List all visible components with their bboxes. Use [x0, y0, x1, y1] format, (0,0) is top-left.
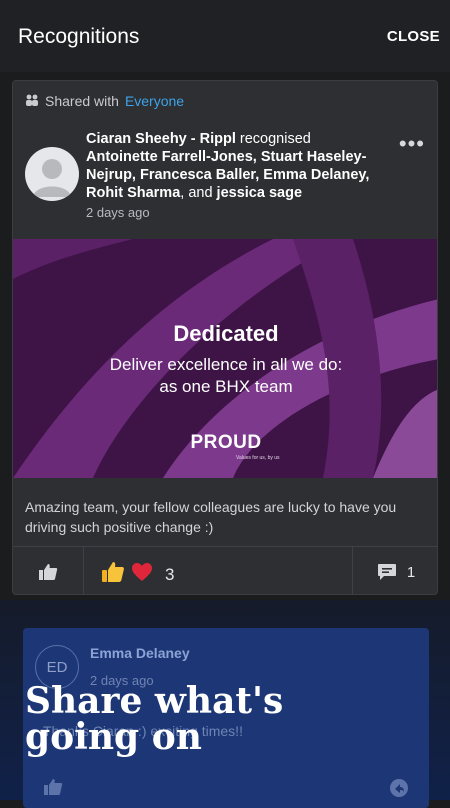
post-timestamp: 2 days ago [86, 205, 150, 220]
person-icon [33, 159, 71, 197]
promo-headline: Share what's going on [25, 683, 283, 755]
reactions-summary[interactable]: 3 [101, 561, 174, 588]
banner-line-1: Deliver excellence in all we do: [109, 355, 343, 374]
visibility-row: Shared with Everyone [25, 93, 184, 109]
value-banner: Dedicated Deliver excellence in all we d… [13, 239, 437, 478]
author-name[interactable]: Ciaran Sheehy - Rippl [86, 131, 236, 147]
promo-line-1: Share what's [25, 680, 284, 722]
reaction-count: 3 [165, 564, 175, 584]
close-button[interactable]: CLOSE [387, 28, 440, 45]
banner-title: Dedicated [173, 321, 279, 346]
comment-icon [377, 564, 396, 580]
more-options-icon[interactable]: ••• [399, 131, 425, 157]
comment-count: 1 [406, 563, 416, 581]
reply-like-icon[interactable] [43, 778, 63, 801]
thumbs-up-reaction-icon [101, 561, 125, 588]
thumbs-up-icon [39, 564, 58, 580]
comments-button[interactable]: 1 [352, 547, 437, 594]
recipient-joiner: , and [180, 185, 213, 201]
action-bar: 3 1 [13, 546, 437, 594]
post-message: Amazing team, your fellow colleagues are… [25, 499, 397, 535]
proud-logo: PROUD [190, 432, 262, 453]
like-button[interactable] [13, 547, 84, 594]
proud-logo-tagline: Values for us, by us [236, 455, 280, 461]
banner-subtitle: Deliver excellence in all we do: as one … [13, 354, 437, 398]
reply-author[interactable]: Emma Delaney [90, 645, 190, 661]
shared-with-label: Shared with [45, 93, 119, 109]
recognised-verb: recognised [239, 131, 311, 147]
recognition-card: Shared with Everyone Ciaran Sheehy - Rip… [12, 80, 438, 595]
page-title: Recognitions [18, 25, 140, 48]
group-icon [25, 93, 39, 109]
audience-link[interactable]: Everyone [125, 93, 184, 109]
heart-reaction-icon [131, 562, 153, 587]
promo-line-2: going on [25, 716, 202, 758]
recognition-headline: Ciaran Sheehy - Rippl recognised Antoine… [86, 130, 386, 202]
author-avatar[interactable] [25, 147, 79, 201]
app-header: Recognitions CLOSE [0, 0, 450, 72]
banner-line-2: as one BHX team [159, 377, 293, 396]
reply-comment-icon[interactable] [389, 778, 409, 803]
recipient-last[interactable]: jessica sage [217, 185, 302, 201]
